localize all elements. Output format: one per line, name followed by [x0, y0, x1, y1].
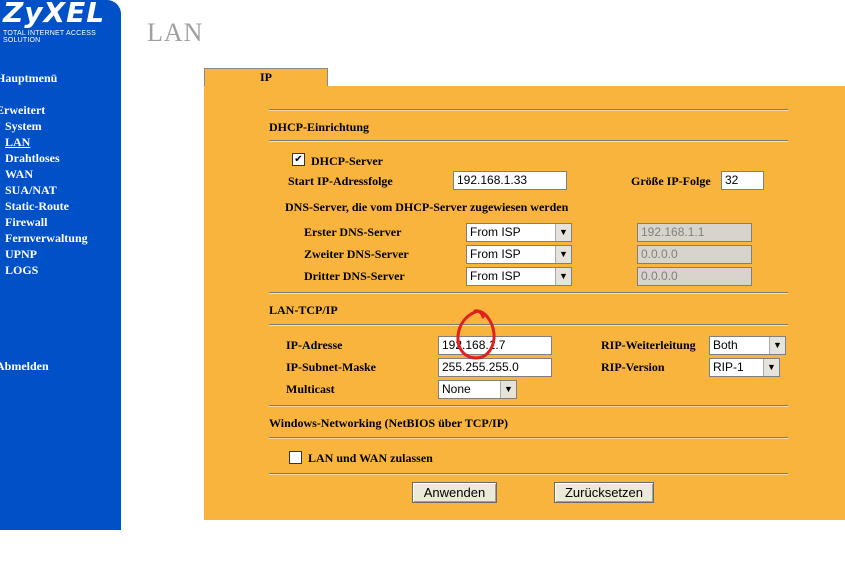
start-ip-label: Start IP-Adressfolge	[288, 174, 393, 188]
dns2-mode-value: From ISP	[470, 247, 521, 261]
nav-item-firewall[interactable]: Firewall	[5, 215, 47, 230]
apply-button[interactable]: Anwenden	[412, 482, 497, 503]
dns2-label: Zweiter DNS-Server	[304, 247, 409, 261]
divider	[269, 473, 788, 475]
multicast-value: None	[442, 382, 471, 396]
chevron-down-icon[interactable]: ▼	[555, 246, 571, 263]
zyxel-logo: ZyXEL TOTAL INTERNET ACCESS SOLUTION	[0, 0, 121, 44]
nav-item-wireless[interactable]: Drahtloses	[5, 151, 60, 166]
rip-version-value: RIP-1	[713, 360, 744, 374]
ip-pool-size-label: Größe IP-Folge	[631, 174, 711, 188]
nav-item-wan[interactable]: WAN	[5, 167, 33, 182]
red-circle-annotation	[456, 309, 496, 360]
start-ip-input[interactable]: 192.168.1.33	[453, 171, 567, 190]
logo-tagline: TOTAL INTERNET ACCESS SOLUTION	[3, 30, 97, 44]
dns1-ip-input: 192.168.1.1	[637, 223, 752, 242]
chevron-down-icon[interactable]: ▼	[500, 381, 516, 398]
lan-tcpip-heading: LAN-TCP/IP	[269, 303, 338, 317]
dns3-mode-select[interactable]: From ISP ▼	[466, 267, 572, 286]
nav-logout[interactable]: Abmelden	[0, 359, 49, 374]
multicast-label: Multicast	[286, 382, 335, 396]
divider	[269, 140, 788, 142]
dns1-mode-select[interactable]: From ISP ▼	[466, 223, 572, 242]
nav-main-menu[interactable]: Hauptmenü	[0, 71, 57, 86]
lan-wan-allow-label: LAN und WAN zulassen	[308, 451, 433, 465]
dns2-ip-input: 0.0.0.0	[637, 245, 752, 264]
rip-version-select[interactable]: RIP-1 ▼	[709, 358, 780, 377]
netbios-heading: Windows-Networking (NetBIOS über TCP/IP)	[269, 416, 509, 430]
dns-heading: DNS-Server, die vom DHCP-Server zugewies…	[285, 200, 569, 214]
nav-item-logs[interactable]: LOGS	[5, 263, 38, 278]
tab-ip[interactable]: IP	[204, 68, 328, 86]
chevron-down-icon[interactable]: ▼	[763, 359, 779, 376]
multicast-select[interactable]: None ▼	[438, 380, 517, 399]
dhcp-server-checkbox[interactable]: ✔	[292, 153, 305, 166]
rip-direction-label: RIP-Weiterleitung	[601, 338, 696, 352]
reset-button[interactable]: Zurücksetzen	[554, 482, 654, 503]
rip-direction-select[interactable]: Both ▼	[709, 336, 786, 355]
dhcp-heading: DHCP-Einrichtung	[269, 120, 370, 134]
dns2-mode-select[interactable]: From ISP ▼	[466, 245, 572, 264]
rip-version-label: RIP-Version	[601, 360, 665, 374]
divider	[269, 405, 788, 407]
nav-item-upnp[interactable]: UPNP	[5, 247, 37, 262]
nav-item-system[interactable]: System	[5, 119, 42, 134]
dns3-mode-value: From ISP	[470, 269, 521, 283]
chevron-down-icon[interactable]: ▼	[769, 337, 785, 354]
lan-wan-allow-checkbox[interactable]	[289, 451, 302, 464]
nav-advanced[interactable]: Erweitert	[0, 103, 45, 118]
dns3-ip-input: 0.0.0.0	[637, 267, 752, 286]
nav-item-sua-nat[interactable]: SUA/NAT	[5, 183, 57, 198]
dns1-mode-value: From ISP	[470, 225, 521, 239]
nav-item-remote-management[interactable]: Fernverwaltung	[5, 231, 88, 246]
check-icon: ✔	[294, 154, 303, 165]
ip-pool-size-input[interactable]: 32	[721, 171, 764, 190]
divider	[269, 324, 788, 326]
ip-address-label: IP-Adresse	[286, 338, 343, 352]
nav-item-lan[interactable]: LAN	[5, 135, 30, 150]
chevron-down-icon[interactable]: ▼	[555, 224, 571, 241]
dns1-label: Erster DNS-Server	[304, 225, 402, 239]
dns3-label: Dritter DNS-Server	[304, 269, 405, 283]
nav-item-static-route[interactable]: Static-Route	[5, 199, 69, 214]
divider	[269, 437, 788, 439]
page-title: LAN	[147, 18, 204, 47]
chevron-down-icon[interactable]: ▼	[555, 268, 571, 285]
rip-direction-value: Both	[713, 338, 738, 352]
logo-text: ZyXEL	[3, 0, 106, 29]
sidebar: ZyXEL TOTAL INTERNET ACCESS SOLUTION Hau…	[0, 0, 121, 530]
dhcp-server-label: DHCP-Server	[311, 154, 383, 168]
subnet-mask-label: IP-Subnet-Maske	[286, 360, 377, 374]
divider	[269, 109, 788, 111]
divider	[269, 292, 788, 294]
